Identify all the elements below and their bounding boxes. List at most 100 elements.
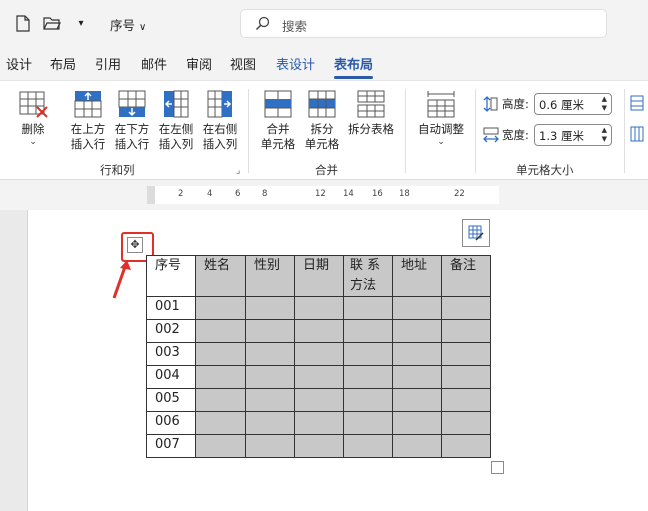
table-cell[interactable]	[245, 319, 295, 343]
table-cell[interactable]	[441, 319, 491, 343]
table-cell[interactable]	[441, 411, 491, 435]
tab-table-design[interactable]: 表设计	[276, 54, 315, 73]
table-cell[interactable]	[245, 411, 295, 435]
table-cell[interactable]	[343, 434, 393, 458]
table-cell[interactable]	[245, 365, 295, 389]
spinner-icon[interactable]: ▲ ▼	[602, 95, 607, 113]
table-cell[interactable]	[392, 319, 442, 343]
row-height-field[interactable]: 高度: 0.6 厘米 ▲ ▼	[482, 93, 622, 115]
table-cell[interactable]	[294, 388, 344, 412]
table-cell[interactable]	[195, 319, 246, 343]
row-seq-cell[interactable]: 005	[146, 388, 196, 412]
annotation-arrow	[112, 260, 131, 299]
header-cell-contact[interactable]: 联 系 方法	[343, 255, 393, 297]
search-input[interactable]: 搜索	[240, 9, 607, 38]
table-cell[interactable]	[441, 388, 491, 412]
table-cell[interactable]	[245, 342, 295, 366]
table-cell[interactable]	[441, 365, 491, 389]
column-width-input[interactable]: 1.3 厘米 ▲ ▼	[534, 124, 612, 146]
row-seq-cell[interactable]: 006	[146, 411, 196, 435]
layout-options-button[interactable]	[462, 219, 490, 247]
row-seq-cell[interactable]: 003	[146, 342, 196, 366]
table-cell[interactable]	[195, 411, 246, 435]
tab-mailings[interactable]: 邮件	[141, 54, 167, 73]
row-seq-cell[interactable]: 004	[146, 365, 196, 389]
table-cell[interactable]	[343, 342, 393, 366]
search-placeholder: 搜索	[282, 19, 308, 34]
table-cell[interactable]	[392, 296, 442, 320]
tab-references[interactable]: 引用	[95, 54, 121, 73]
table-cell[interactable]	[245, 388, 295, 412]
table-cell[interactable]	[294, 296, 344, 320]
header-cell-address[interactable]: 地址	[392, 255, 442, 297]
table-cell[interactable]	[245, 434, 295, 458]
split-cells-button[interactable]: 拆分 单元格	[300, 89, 344, 152]
header-cell-date[interactable]: 日期	[294, 255, 344, 297]
row-seq-cell[interactable]: 002	[146, 319, 196, 343]
table-cell[interactable]	[343, 365, 393, 389]
header-cell-name[interactable]: 姓名	[195, 255, 246, 297]
table-cell[interactable]	[343, 411, 393, 435]
table-cell[interactable]	[392, 411, 442, 435]
split-table-button[interactable]: 拆分表格	[344, 89, 398, 137]
insert-right-button[interactable]: 在右侧 插入列	[198, 89, 242, 152]
row-height-input[interactable]: 0.6 厘米 ▲ ▼	[534, 93, 612, 115]
table-resize-handle[interactable]	[491, 461, 504, 474]
ribbon: 删除 ⌄ 在上方 插入行 在下方 插入行 在左侧 插入列 在右侧 插入列 行和列…	[0, 80, 648, 180]
title-bar: ▾ 序号 ∨ 搜索	[0, 0, 648, 48]
dialog-launcher-icon[interactable]: ⌟	[236, 166, 240, 176]
table-cell[interactable]	[441, 434, 491, 458]
table-cell[interactable]	[343, 388, 393, 412]
merge-cells-button[interactable]: 合并 单元格	[256, 89, 300, 152]
insert-above-label-2: 插入行	[70, 137, 106, 151]
new-document-icon[interactable]	[14, 14, 32, 32]
table-cell[interactable]	[441, 342, 491, 366]
table-row: 002	[146, 319, 491, 343]
customize-toolbar-icon[interactable]: ▾	[72, 14, 90, 32]
distribute-rows-icon[interactable]	[630, 95, 644, 114]
open-folder-icon[interactable]	[43, 14, 61, 32]
insert-column-right-icon	[204, 89, 236, 119]
table-cell[interactable]	[195, 296, 246, 320]
table-cell[interactable]	[392, 434, 442, 458]
table-cell[interactable]	[245, 296, 295, 320]
table-cell[interactable]	[195, 388, 246, 412]
tab-view[interactable]: 视图	[230, 54, 256, 73]
row-seq-cell[interactable]: 007	[146, 434, 196, 458]
table-cell[interactable]	[441, 296, 491, 320]
spinner-icon[interactable]: ▲ ▼	[602, 126, 607, 144]
tab-layout[interactable]: 布局	[50, 54, 76, 73]
delete-button[interactable]: 删除 ⌄	[14, 89, 52, 147]
horizontal-ruler[interactable]: 2 4 6 8 12 14 16 18 22	[147, 186, 499, 204]
table-cell[interactable]	[392, 388, 442, 412]
tab-review[interactable]: 审阅	[186, 54, 212, 73]
insert-below-button[interactable]: 在下方 插入行	[110, 89, 154, 152]
table-cell[interactable]	[195, 342, 246, 366]
insert-row-above-icon	[72, 89, 104, 119]
table-header-row: 序号 姓名 性别 日期 联 系 方法 地址 备注	[146, 255, 491, 297]
row-seq-cell[interactable]: 001	[146, 296, 196, 320]
table-cell[interactable]	[392, 365, 442, 389]
table-cell[interactable]	[294, 365, 344, 389]
header-cell-notes[interactable]: 备注	[441, 255, 491, 297]
insert-left-button[interactable]: 在左侧 插入列	[154, 89, 198, 152]
table-cell[interactable]	[294, 411, 344, 435]
table-cell[interactable]	[294, 319, 344, 343]
insert-above-button[interactable]: 在上方 插入行	[66, 89, 110, 152]
tab-table-layout[interactable]: 表布局	[334, 54, 374, 79]
autofit-button[interactable]: 自动调整 ⌄	[412, 89, 470, 147]
data-table[interactable]: 序号 姓名 性别 日期 联 系 方法 地址 备注 001 002 003 004 005…	[146, 255, 491, 458]
table-cell[interactable]	[195, 365, 246, 389]
table-cell[interactable]	[294, 342, 344, 366]
header-cell-seq[interactable]: 序号	[146, 255, 196, 297]
table-cell[interactable]	[195, 434, 246, 458]
table-cell[interactable]	[392, 342, 442, 366]
distribute-columns-icon[interactable]	[630, 126, 644, 145]
tab-design[interactable]: 设计	[6, 54, 32, 73]
header-cell-gender[interactable]: 性别	[245, 255, 295, 297]
table-cell[interactable]	[294, 434, 344, 458]
table-cell[interactable]	[343, 319, 393, 343]
table-cell[interactable]	[343, 296, 393, 320]
document-title[interactable]: 序号 ∨	[110, 15, 146, 34]
column-width-field[interactable]: 宽度: 1.3 厘米 ▲ ▼	[482, 124, 622, 146]
